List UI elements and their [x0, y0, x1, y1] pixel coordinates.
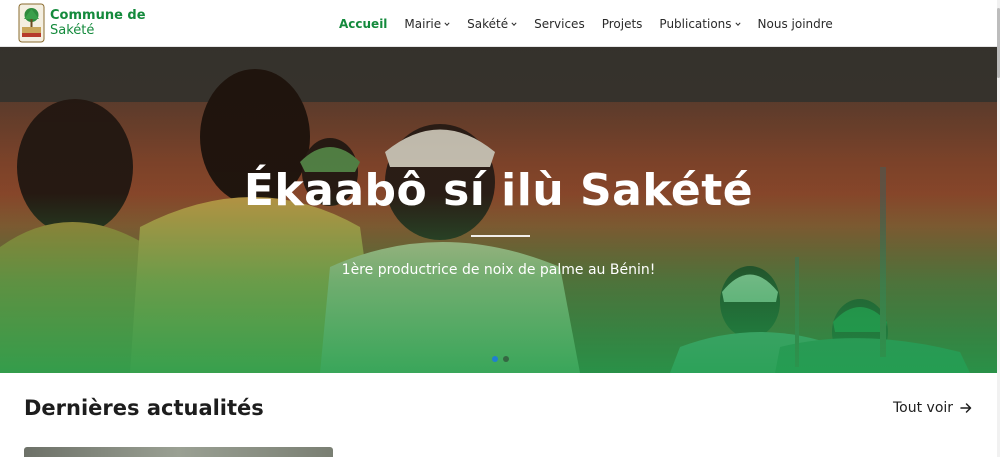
nav-item-mairie[interactable]: Mairie — [404, 17, 450, 31]
nav-item-label: Mairie — [404, 16, 442, 31]
main-nav: Accueil Mairie Sakété Services Projets P… — [339, 0, 850, 47]
chevron-down-icon — [511, 21, 517, 26]
nav-item-nous-joindre[interactable]: Nous joindre — [758, 17, 833, 31]
slider-indicators — [492, 356, 514, 362]
see-all-label: Tout voir — [893, 400, 954, 416]
nav-item-sakete[interactable]: Sakété — [467, 17, 517, 31]
hero-divider — [471, 235, 530, 237]
slider-dot-1[interactable] — [492, 356, 498, 362]
nav-item-services[interactable]: Services — [534, 17, 585, 31]
nav-item-label: Nous joindre — [757, 16, 833, 31]
brand-link[interactable]: Commune de Sakété — [18, 3, 146, 43]
hero-slider: Ékaabô sí ilù Sakété 1ère productrice de… — [0, 47, 997, 373]
site-header: Commune de Sakété Accueil Mairie Sakété … — [0, 0, 1000, 47]
hero-subtitle: 1ère productrice de noix de palme au Bén… — [341, 262, 656, 278]
nav-item-label: Publications — [659, 16, 732, 31]
brand-line2: Sakété — [50, 23, 95, 38]
nav-item-publications[interactable]: Publications — [659, 16, 741, 31]
slider-dot-2[interactable] — [503, 356, 509, 362]
chevron-down-icon — [444, 21, 450, 26]
chevron-down-icon — [734, 21, 741, 26]
see-all-link[interactable]: Tout voir — [893, 400, 972, 416]
hero-title: Ékaabô sí ilù Sakété — [243, 165, 754, 216]
arrow-right-icon — [960, 403, 972, 413]
commune-logo — [18, 3, 45, 43]
nav-item-projets[interactable]: Projets — [602, 17, 643, 31]
nav-item-label: Projets — [601, 16, 643, 31]
news-section-title: Dernières actualités — [24, 396, 264, 420]
nav-item-label: Sakété — [467, 16, 509, 31]
brand-line1: Commune de — [50, 8, 146, 23]
news-card-thumbnail[interactable] — [24, 447, 333, 457]
nav-item-label: Accueil — [339, 16, 388, 31]
brand-text: Commune de Sakété — [50, 8, 146, 38]
nav-item-accueil[interactable]: Accueil — [339, 17, 387, 31]
nav-item-label: Services — [534, 16, 585, 31]
